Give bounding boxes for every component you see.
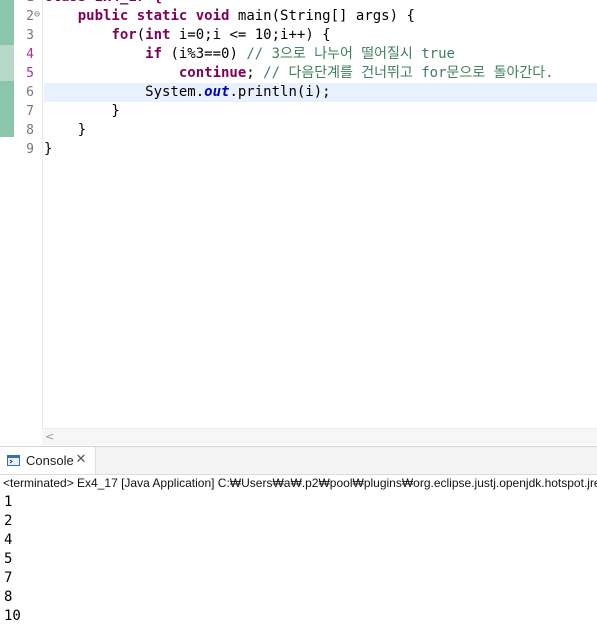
code-text: }	[44, 122, 87, 138]
code-comment: // 다음단계를 건너뛰고 for문으로 돌아간다.	[263, 65, 554, 81]
console-output-line: 1	[4, 494, 13, 510]
tab-console[interactable]: Console ✕	[0, 447, 96, 474]
code-line[interactable]: }	[44, 140, 597, 159]
code-text: .println(i);	[229, 84, 331, 100]
tab-console-label: Console	[26, 453, 74, 468]
horizontal-scrollbar[interactable]: <	[42, 428, 597, 445]
code-line[interactable]: }	[44, 102, 597, 121]
code-text: }	[44, 141, 53, 157]
console-output-line: 4	[4, 532, 13, 548]
console-tab-bar: Console ✕	[0, 447, 597, 475]
code-line[interactable]: class Ex4_17 {	[44, 0, 597, 7]
console-output-line: 7	[4, 570, 13, 586]
code-line[interactable]: System.out.println(i);	[44, 83, 597, 102]
code-keyword: if	[145, 46, 163, 62]
code-comment: // 3으로 나누어 떨어질시 true	[246, 46, 455, 62]
code-text: (	[136, 27, 146, 43]
code-keyword: public	[77, 8, 129, 24]
line-number: 8	[26, 123, 34, 138]
code-keyword: for	[111, 27, 137, 43]
line-number: 2	[26, 9, 34, 24]
code-text: (i%3==0)	[162, 46, 247, 62]
code-text: main(String[] args) {	[229, 8, 415, 24]
scroll-left-arrow-icon[interactable]: <	[45, 429, 54, 445]
line-number: 6	[26, 85, 34, 100]
change-bar-modified-segment	[0, 45, 14, 81]
code-text: ;	[246, 65, 264, 81]
line-number: 3	[26, 28, 34, 43]
fold-collapse-icon[interactable]: ⊖	[34, 10, 43, 20]
code-line[interactable]: }	[44, 121, 597, 140]
quick-diff-change-bar	[0, 0, 14, 137]
code-line[interactable]: continue; // 다음단계를 건너뛰고 for문으로 돌아간다.	[44, 64, 597, 83]
code-line[interactable]: if (i%3==0) // 3으로 나누어 떨어질시 true	[44, 45, 597, 64]
code-text: }	[44, 103, 120, 119]
code-text: i=0;i <= 10;i++) {	[170, 27, 331, 43]
line-number: 7	[26, 104, 34, 119]
line-number: 1	[14, 0, 34, 7]
console-output-line: 5	[4, 551, 13, 567]
code-field: out	[204, 84, 230, 100]
code-line[interactable]: public static void main(String[] args) {	[44, 7, 597, 26]
console-output-line: 10	[4, 608, 21, 624]
code-keyword: static	[136, 8, 188, 24]
code-keyword: continue	[178, 65, 247, 81]
console-output-line: 2	[4, 513, 13, 529]
line-number: 4	[26, 47, 34, 62]
code-editor[interactable]: 1 2 3 4 5 6 7 8 9 ⊖ class Ex4_17 { public static…	[0, 0, 597, 446]
console-output[interactable]: 1 2 4 5 7 8 10	[4, 493, 21, 626]
code-line[interactable]: for(int i=0;i <= 10;i++) {	[44, 26, 597, 45]
code-keyword: int	[145, 27, 171, 43]
line-number: 9	[26, 142, 34, 157]
code-keyword: class Ex4_17 {	[44, 0, 162, 5]
code-keyword: void	[195, 8, 230, 24]
close-icon[interactable]: ✕	[74, 453, 88, 467]
console-icon	[7, 455, 20, 466]
console-process-header: <terminated> Ex4_17 [Java Application] C…	[3, 476, 597, 490]
line-number: 5	[26, 66, 34, 81]
code-text: System.	[44, 84, 205, 100]
console-output-line: 8	[4, 589, 13, 605]
